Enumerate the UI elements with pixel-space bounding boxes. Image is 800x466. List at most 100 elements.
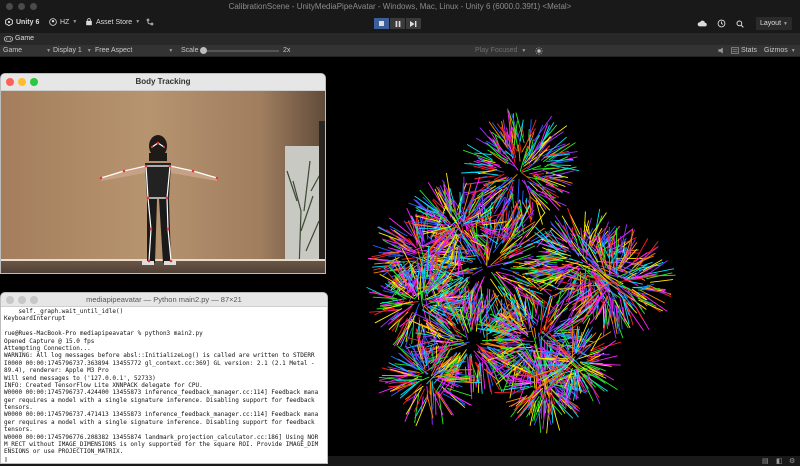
fur-strand <box>549 176 564 179</box>
pause-button[interactable] <box>390 18 405 29</box>
fur-strand <box>528 170 542 175</box>
chevron-down-icon: ▼ <box>521 47 527 54</box>
terminal-line: W0000 00:00:1745796776.208382 13455874 l… <box>4 433 319 441</box>
unity-title-bar: CalibrationScene - UnityMediaPipeAvatar … <box>0 0 800 14</box>
scale-slider-track[interactable] <box>203 50 279 52</box>
chevron-down-icon: ▼ <box>135 19 141 25</box>
unity-menu-button[interactable]: Unity 6 <box>5 18 39 26</box>
scale-slider-handle[interactable] <box>200 47 207 54</box>
progress-icon: ▤ <box>762 458 769 465</box>
fur-strand <box>531 202 533 221</box>
gizmos-button[interactable]: Gizmos ▼ <box>764 47 796 54</box>
chevron-down-icon: ▼ <box>783 20 788 27</box>
fur-strand <box>500 267 520 274</box>
play-button[interactable] <box>374 18 389 29</box>
fur-strand <box>593 363 621 366</box>
fur-strand <box>524 180 531 197</box>
game-mode-dropdown[interactable]: Game ▼ <box>3 47 51 54</box>
fur-strand <box>426 394 434 419</box>
body-tracking-window: Body Tracking <box>0 73 326 274</box>
fur-strand <box>528 135 531 151</box>
fur-strand <box>533 327 537 339</box>
play-focused-label: Play Focused <box>475 47 518 54</box>
fur-strand <box>468 354 471 369</box>
fur-strand <box>628 280 643 285</box>
fur-strand <box>635 238 649 260</box>
window-title: CalibrationScene - UnityMediaPipeAvatar … <box>228 2 572 11</box>
fur-strand <box>544 263 558 266</box>
version-control-icon <box>146 18 154 26</box>
stop-icon <box>379 21 384 26</box>
fur-strand <box>436 391 453 416</box>
chevron-down-icon: ▼ <box>790 47 796 54</box>
game-mode-label: Game <box>3 47 23 54</box>
terminal-line: M_RECT without IMAGE_DIMENSIONS is only … <box>4 441 319 449</box>
fur-strand <box>543 258 557 260</box>
gizmos-label: Gizmos <box>764 47 788 54</box>
search-button[interactable] <box>733 17 747 30</box>
mute-audio-button[interactable] <box>535 47 543 55</box>
version-control-button[interactable] <box>146 18 154 26</box>
door-frame <box>319 121 325 273</box>
main-toolbar: Unity 6 HZ ▼ Asset Store ▼ Layout ▼ <box>0 14 800 33</box>
terminal-line: 89.4), renderer: Apple M3 Pro <box>4 367 109 375</box>
terminal-line: tensors. <box>4 426 33 434</box>
stats-label: Stats <box>741 47 757 54</box>
history-icon <box>717 19 725 28</box>
asset-store-button[interactable]: Asset Store ▼ <box>85 18 140 26</box>
terminal-line: INFO: Created TensorFlow Lite XNNPACK de… <box>4 381 203 389</box>
body-tracking-title: Body Tracking <box>135 77 191 86</box>
display-dropdown[interactable]: Display 1 ▼ <box>53 47 92 54</box>
play-controls <box>374 18 421 29</box>
terminal-line: Opened Capture @ 15.0 fps <box>4 337 95 345</box>
console-icon[interactable]: ◧ <box>776 457 783 465</box>
tab-game[interactable]: Game <box>4 35 34 42</box>
mute-button[interactable] <box>718 47 726 54</box>
terminal-line: WARNING: All log messages before absl::I… <box>4 352 315 360</box>
asset-store-label: Asset Store <box>96 18 133 26</box>
terminal-line: I0000 00:00:1745796737.363894 13455772 g… <box>4 359 315 367</box>
fur-strand <box>586 375 601 405</box>
play-focused-dropdown[interactable]: Play Focused ▼ <box>475 47 526 54</box>
terminal-line: tensors. <box>4 404 33 412</box>
display-label: Display 1 <box>53 47 82 54</box>
game-view-controls: Game ▼ Display 1 ▼ Free Aspect ▼ Scale 2… <box>0 45 800 57</box>
fur-strand <box>512 113 515 139</box>
unity-version-label: Unity 6 <box>16 18 40 26</box>
aspect-label: Free Aspect <box>95 47 133 54</box>
scale-label: Scale <box>181 47 199 54</box>
user-icon <box>49 18 57 26</box>
terminal-line: W0000 00:00:1745796737.471413 13455873 i… <box>4 411 319 419</box>
window-light <box>285 146 319 271</box>
body-tracking-titlebar[interactable]: Body Tracking <box>1 74 325 91</box>
fur-strand <box>467 356 469 376</box>
layout-dropdown[interactable]: Layout ▼ <box>756 17 792 30</box>
chevron-down-icon: ▼ <box>86 47 92 54</box>
fur-strand <box>641 261 653 267</box>
fur-strand <box>494 391 524 394</box>
terminal-line: Will send messages to ('127.0.0.1', 5273… <box>4 374 156 382</box>
unity-logo-icon <box>5 18 13 26</box>
terminal-titlebar[interactable]: mediapipeavatar — Python main2.py — 87×2… <box>1 293 327 307</box>
stats-button[interactable]: Stats <box>731 47 757 54</box>
terminal-line: self._graph.wait_until_idle() <box>4 308 124 315</box>
terminal-window: mediapipeavatar — Python main2.py — 87×2… <box>0 292 328 464</box>
account-button[interactable]: HZ ▼ <box>49 18 77 26</box>
cloud-button[interactable] <box>695 17 709 30</box>
step-button[interactable] <box>406 18 421 29</box>
terminal-line: rue@Rues-MacBook-Pro mediapipeavatar % p… <box>4 330 203 338</box>
stats-icon <box>731 47 739 54</box>
aspect-dropdown[interactable]: Free Aspect ▼ <box>95 47 173 54</box>
settings-icon[interactable]: ⚙ <box>789 457 795 465</box>
scale-value: 2x <box>283 47 291 54</box>
fur-strand <box>434 393 437 416</box>
terminal-output[interactable]: self._graph.wait_until_idle() KeyboardInt… <box>4 308 324 463</box>
fur-strand <box>519 142 522 154</box>
fur-strand <box>380 311 399 328</box>
undo-history-button[interactable] <box>714 17 728 30</box>
fur-strand <box>531 300 534 319</box>
gamepad-icon <box>4 35 13 42</box>
fur-strand <box>502 211 504 236</box>
fur-strand <box>368 291 395 298</box>
